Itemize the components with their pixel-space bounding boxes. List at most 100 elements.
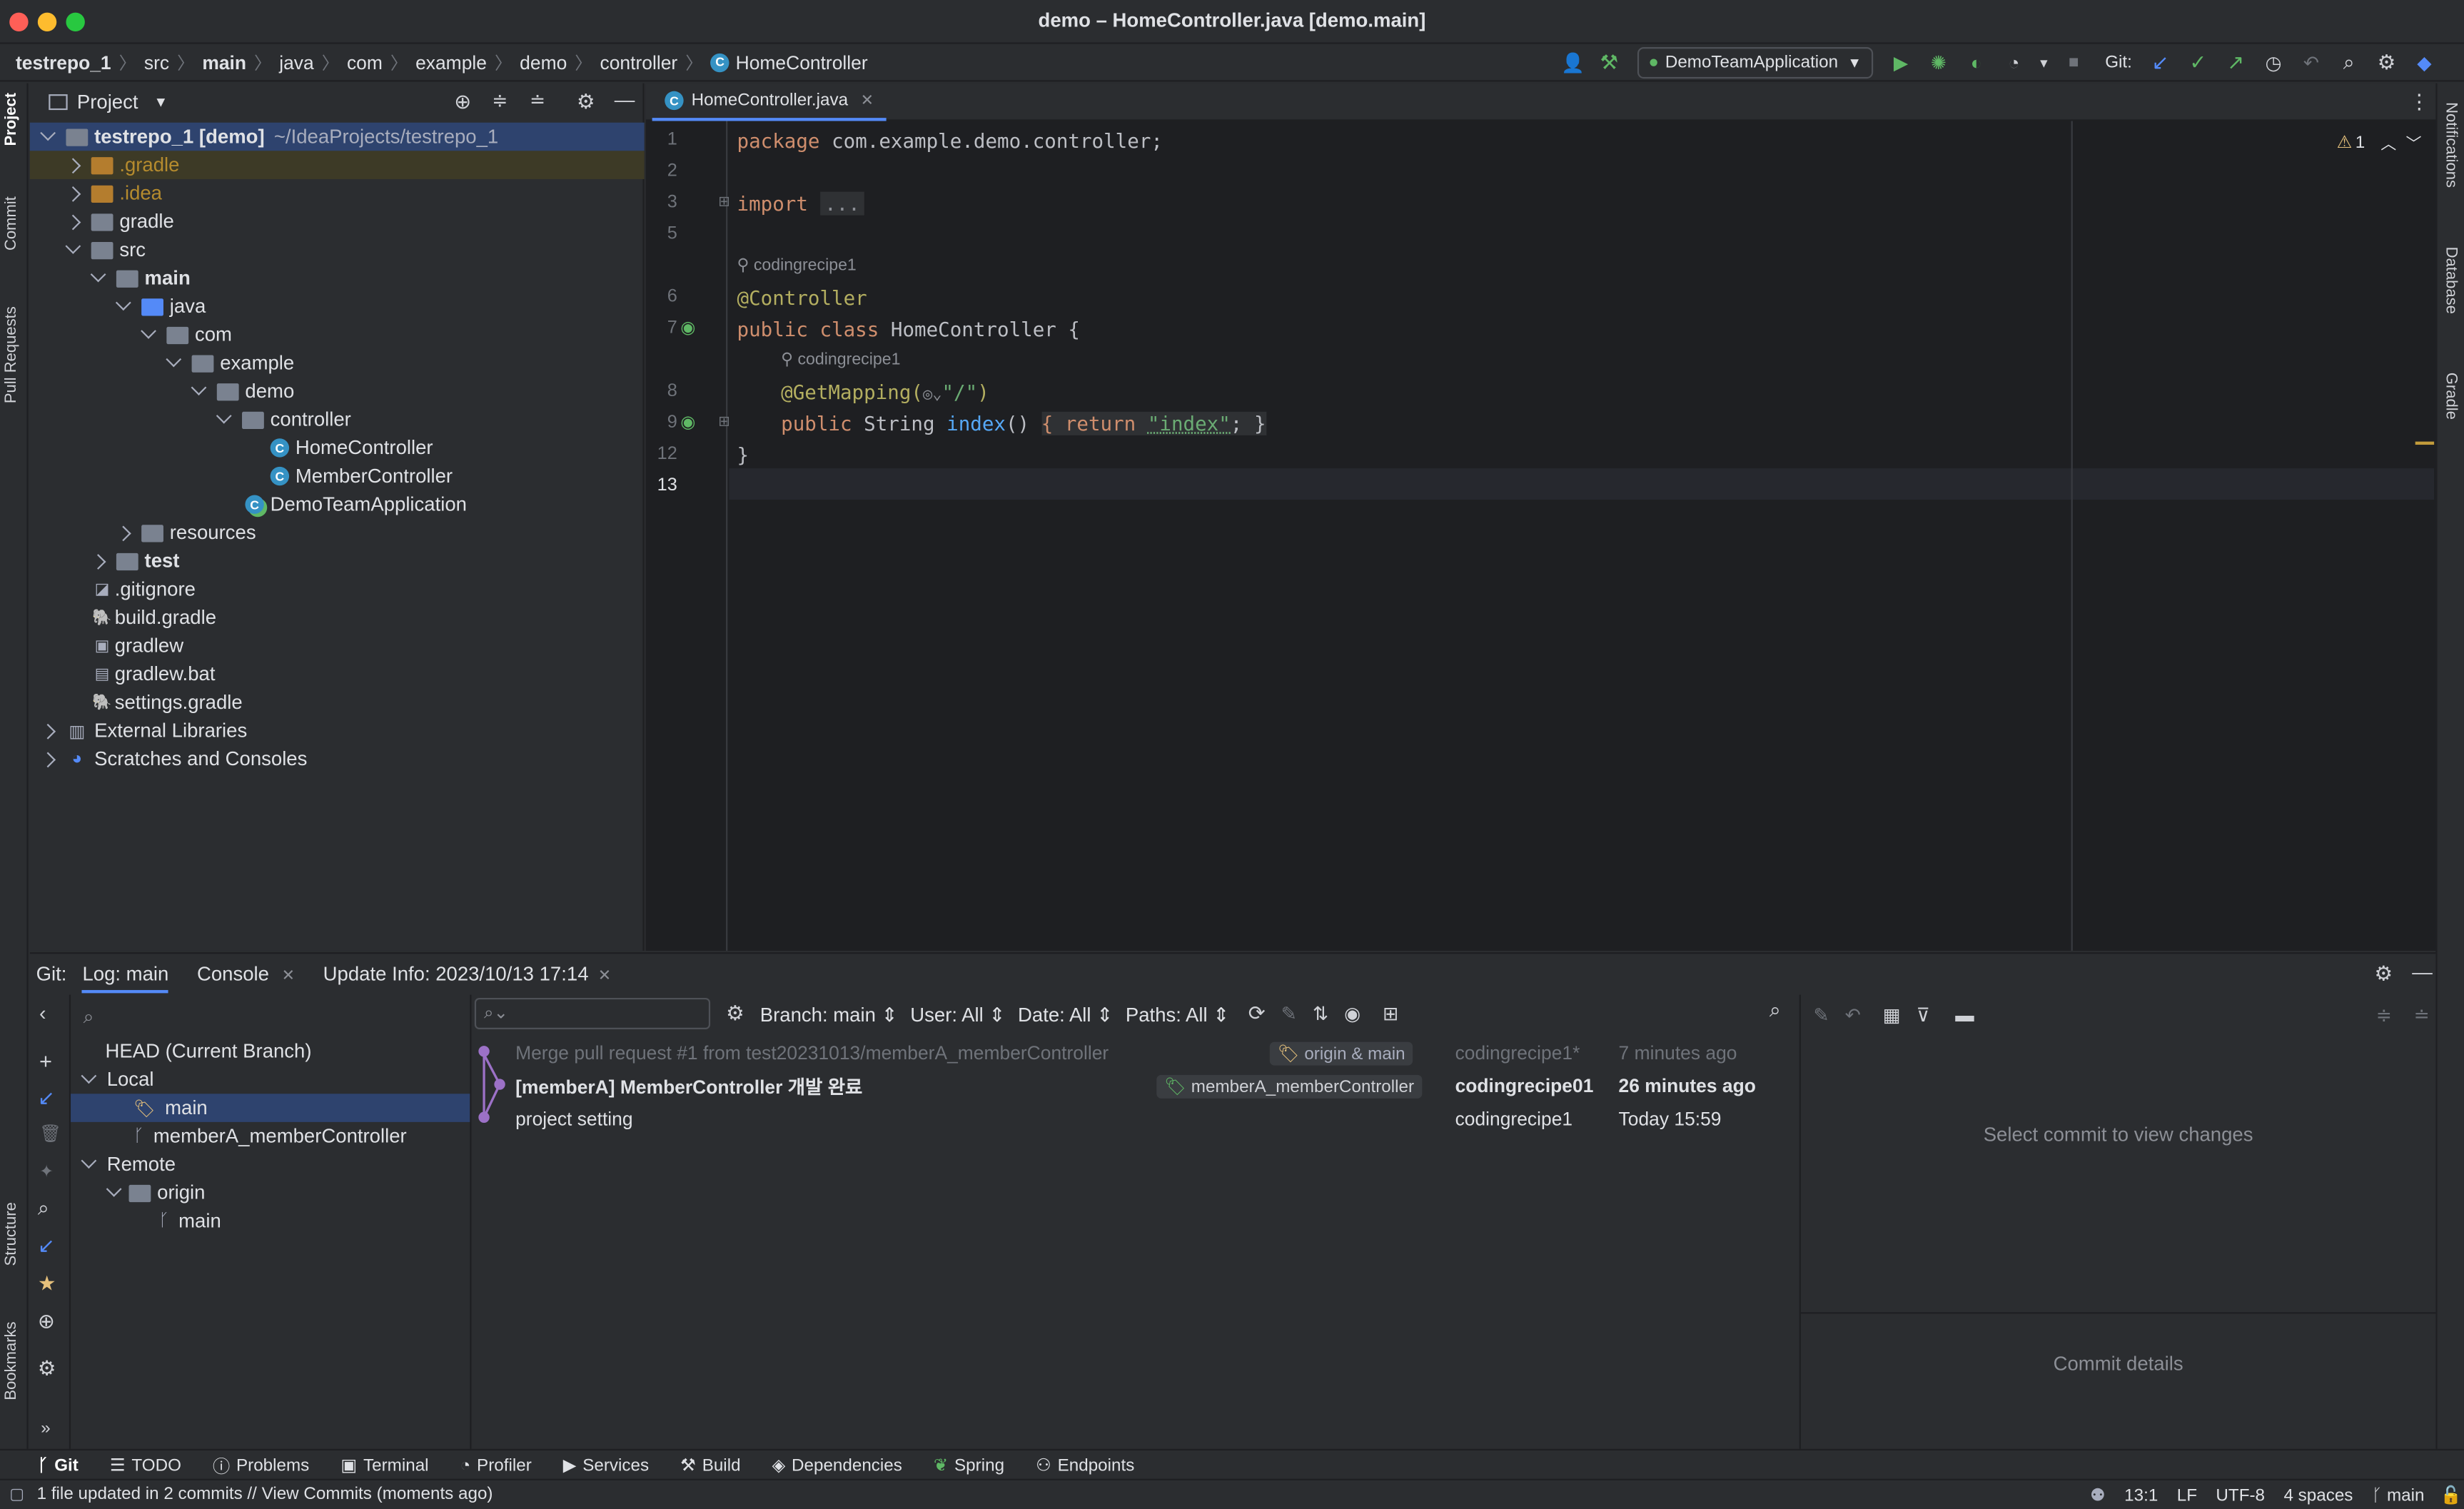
commit-row[interactable]: Merge pull request #1 from test20231013/… — [475, 1039, 1798, 1067]
chevron-down-icon[interactable]: ﹀ — [2405, 131, 2421, 154]
tool-tab-problems[interactable]: ⓘ Problems — [213, 1453, 309, 1478]
branch-group-local[interactable]: Local — [71, 1066, 470, 1094]
tree-item-scratches[interactable]: ◕ Scratches and Consoles — [30, 745, 645, 774]
tree-item-settings-gradle[interactable]: 🐘 settings.gradle — [30, 688, 645, 717]
lock-icon[interactable]: 🔓 — [2440, 1485, 2461, 1505]
star-icon[interactable]: ★ — [38, 1271, 56, 1296]
user-icon[interactable]: 👤 — [1555, 52, 1590, 74]
tree-item-root[interactable]: testrepo_1 [demo] ~/IdeaProjects/testrep… — [29, 122, 645, 151]
breadcrumb-item[interactable]: java — [279, 51, 313, 74]
update-icon[interactable]: ↙ — [38, 1086, 55, 1111]
breadcrumb-item[interactable]: testrepo_1 — [16, 51, 111, 74]
date-filter[interactable]: Date: All ⇕ — [1018, 1001, 1113, 1026]
indent-setting[interactable]: 4 spaces — [2283, 1486, 2353, 1505]
editor-tab-home-controller[interactable]: C HomeController.java ✕ — [652, 84, 887, 121]
database-tool-tab[interactable]: Database — [2442, 247, 2459, 314]
debug-icon[interactable]: ✺ — [1919, 52, 1957, 74]
tool-tab-git[interactable]: ᚴ Git — [38, 1456, 79, 1475]
chevron-up-icon[interactable]: ︿ — [2380, 131, 2396, 154]
locate-icon[interactable]: ⊕ — [454, 89, 471, 114]
code-line-9[interactable]: public String index() { return "index"; … — [781, 411, 1266, 435]
tool-tab-terminal[interactable]: ▣ Terminal — [340, 1455, 428, 1476]
branch-remote-origin-main[interactable]: ᚴ main — [71, 1207, 470, 1236]
tree-item-home-controller[interactable]: C HomeController — [30, 434, 645, 463]
filter-icon[interactable]: ⊽ — [1917, 1004, 1930, 1026]
search-icon[interactable]: ⌕ — [2330, 50, 2368, 75]
tab-console[interactable]: Console ✕ — [197, 962, 295, 984]
tree-item-test[interactable]: test — [30, 547, 645, 575]
tree-item-member-controller[interactable]: C MemberController — [30, 462, 645, 490]
spring-mapping-gutter-icon[interactable]: ◉ — [680, 412, 695, 432]
layout-icon[interactable]: ▬ — [1955, 1004, 1974, 1026]
pull-requests-tool-tab[interactable]: Pull Requests — [3, 306, 20, 403]
project-view-title[interactable]: Project — [77, 91, 138, 113]
search-icon[interactable]: ⌕ — [38, 1196, 49, 1221]
fold-icon[interactable]: ⊞ — [718, 193, 730, 211]
folded-imports[interactable]: ... — [819, 191, 865, 216]
code-line-3[interactable]: import ... — [737, 191, 865, 216]
gear-icon[interactable]: ⚙ — [2374, 962, 2393, 986]
tree-item-controller[interactable]: controller — [30, 405, 645, 434]
search-icon[interactable]: ⌕ — [1769, 998, 1781, 1023]
tool-tab-endpoints[interactable]: ⚇ Endpoints — [1036, 1455, 1134, 1476]
add-branch-icon[interactable]: + — [39, 1048, 52, 1073]
tree-item-demo[interactable]: demo — [30, 377, 645, 405]
tree-item-java[interactable]: java — [30, 292, 645, 321]
gear-icon[interactable]: ⚙ — [726, 1001, 744, 1026]
code-line-12[interactable]: } — [737, 443, 749, 467]
notifications-tool-tab[interactable]: Notifications — [2442, 102, 2459, 188]
git-branch-widget[interactable]: main — [2387, 1486, 2424, 1505]
commit-row[interactable]: [memberA] MemberController 개발 완료 🏷 membe… — [475, 1071, 1798, 1100]
close-icon[interactable]: ✕ — [282, 967, 295, 984]
tree-item-gradlew-bat[interactable]: ▤ gradlew.bat — [30, 660, 645, 689]
tree-item-src[interactable]: src — [30, 236, 645, 264]
breadcrumb-item[interactable]: main — [202, 51, 246, 74]
history-icon[interactable]: ◷ — [2255, 52, 2293, 74]
compare-icon[interactable]: ✦ — [39, 1161, 54, 1181]
new-tab-icon[interactable]: ⊞ — [1383, 1003, 1398, 1025]
inspection-widget[interactable]: ⚠ 1 ︿ ﹀ — [2337, 131, 2422, 154]
tree-item-gradlew[interactable]: ▣ gradlew — [30, 632, 645, 660]
gear-icon[interactable]: ⚙ — [38, 1356, 56, 1381]
expand-all-icon[interactable]: ≑ — [2376, 1004, 2392, 1026]
spring-bean-gutter-icon[interactable]: ◉ — [680, 318, 695, 338]
expand-all-icon[interactable]: ≑ — [492, 89, 508, 111]
caret-position[interactable]: 13:1 — [2124, 1486, 2158, 1505]
tool-tab-todo[interactable]: ☰ TODO — [110, 1455, 181, 1476]
status-message[interactable]: 1 file updated in 2 commits // View Comm… — [37, 1485, 493, 1503]
tree-item-com[interactable]: com — [30, 321, 645, 349]
branch-local-member[interactable]: ᚴ memberA_memberController — [71, 1122, 470, 1151]
branch-local-main[interactable]: 🏷 main — [71, 1094, 470, 1122]
chevron-left-icon[interactable]: ‹ — [39, 1001, 46, 1024]
bookmarks-tool-tab[interactable]: Bookmarks — [3, 1321, 20, 1400]
paths-filter[interactable]: Paths: All ⇕ — [1126, 1001, 1229, 1026]
hide-panel-icon[interactable]: — — [615, 88, 635, 111]
commit-tool-tab[interactable]: Commit — [3, 196, 20, 251]
target-icon[interactable]: ⊕ — [38, 1309, 55, 1334]
tree-item-build-gradle[interactable]: 🐘 build.gradle — [30, 603, 645, 632]
tree-item-resources[interactable]: resources — [30, 518, 645, 547]
tree-item-external-libraries[interactable]: ▥ External Libraries — [30, 717, 645, 745]
tool-tab-spring[interactable]: ❦ Spring — [934, 1455, 1004, 1476]
tree-item-gitignore[interactable]: ◪ .gitignore — [30, 575, 645, 604]
run-icon[interactable]: ▶ — [1882, 52, 1920, 74]
breadcrumb-item[interactable]: src — [144, 51, 169, 74]
git-update-icon[interactable]: ↙ — [2141, 50, 2179, 75]
git-push-icon[interactable]: ↗ — [2217, 50, 2255, 75]
breadcrumb-item[interactable]: controller — [600, 51, 678, 74]
breadcrumb-item[interactable]: demo — [520, 51, 567, 74]
tool-tab-services[interactable]: ▶ Services — [563, 1455, 649, 1476]
more-options-icon[interactable]: ⋮ — [2409, 89, 2430, 114]
rollback-icon[interactable]: ↶ — [2292, 52, 2330, 74]
branch-head[interactable]: HEAD (Current Branch) — [71, 1037, 470, 1066]
log-search-input[interactable]: ⌕⌄ — [474, 997, 711, 1029]
tree-item-example[interactable]: example — [30, 349, 645, 378]
collapse-all-icon[interactable]: ≐ — [530, 89, 545, 111]
branch-search-input[interactable]: ⌕ — [84, 1001, 460, 1032]
tree-item-dot-idea[interactable]: .idea — [30, 179, 645, 208]
collapse-all-icon[interactable]: ≐ — [2414, 1004, 2430, 1026]
stop-icon[interactable]: ■ — [2055, 54, 2093, 72]
tab-update-info[interactable]: Update Info: 2023/10/13 17:14 ✕ — [323, 962, 611, 984]
sync-icon[interactable]: ⚉ — [2090, 1485, 2106, 1505]
code-line-1[interactable]: package com.example.demo.controller; — [737, 129, 1163, 153]
